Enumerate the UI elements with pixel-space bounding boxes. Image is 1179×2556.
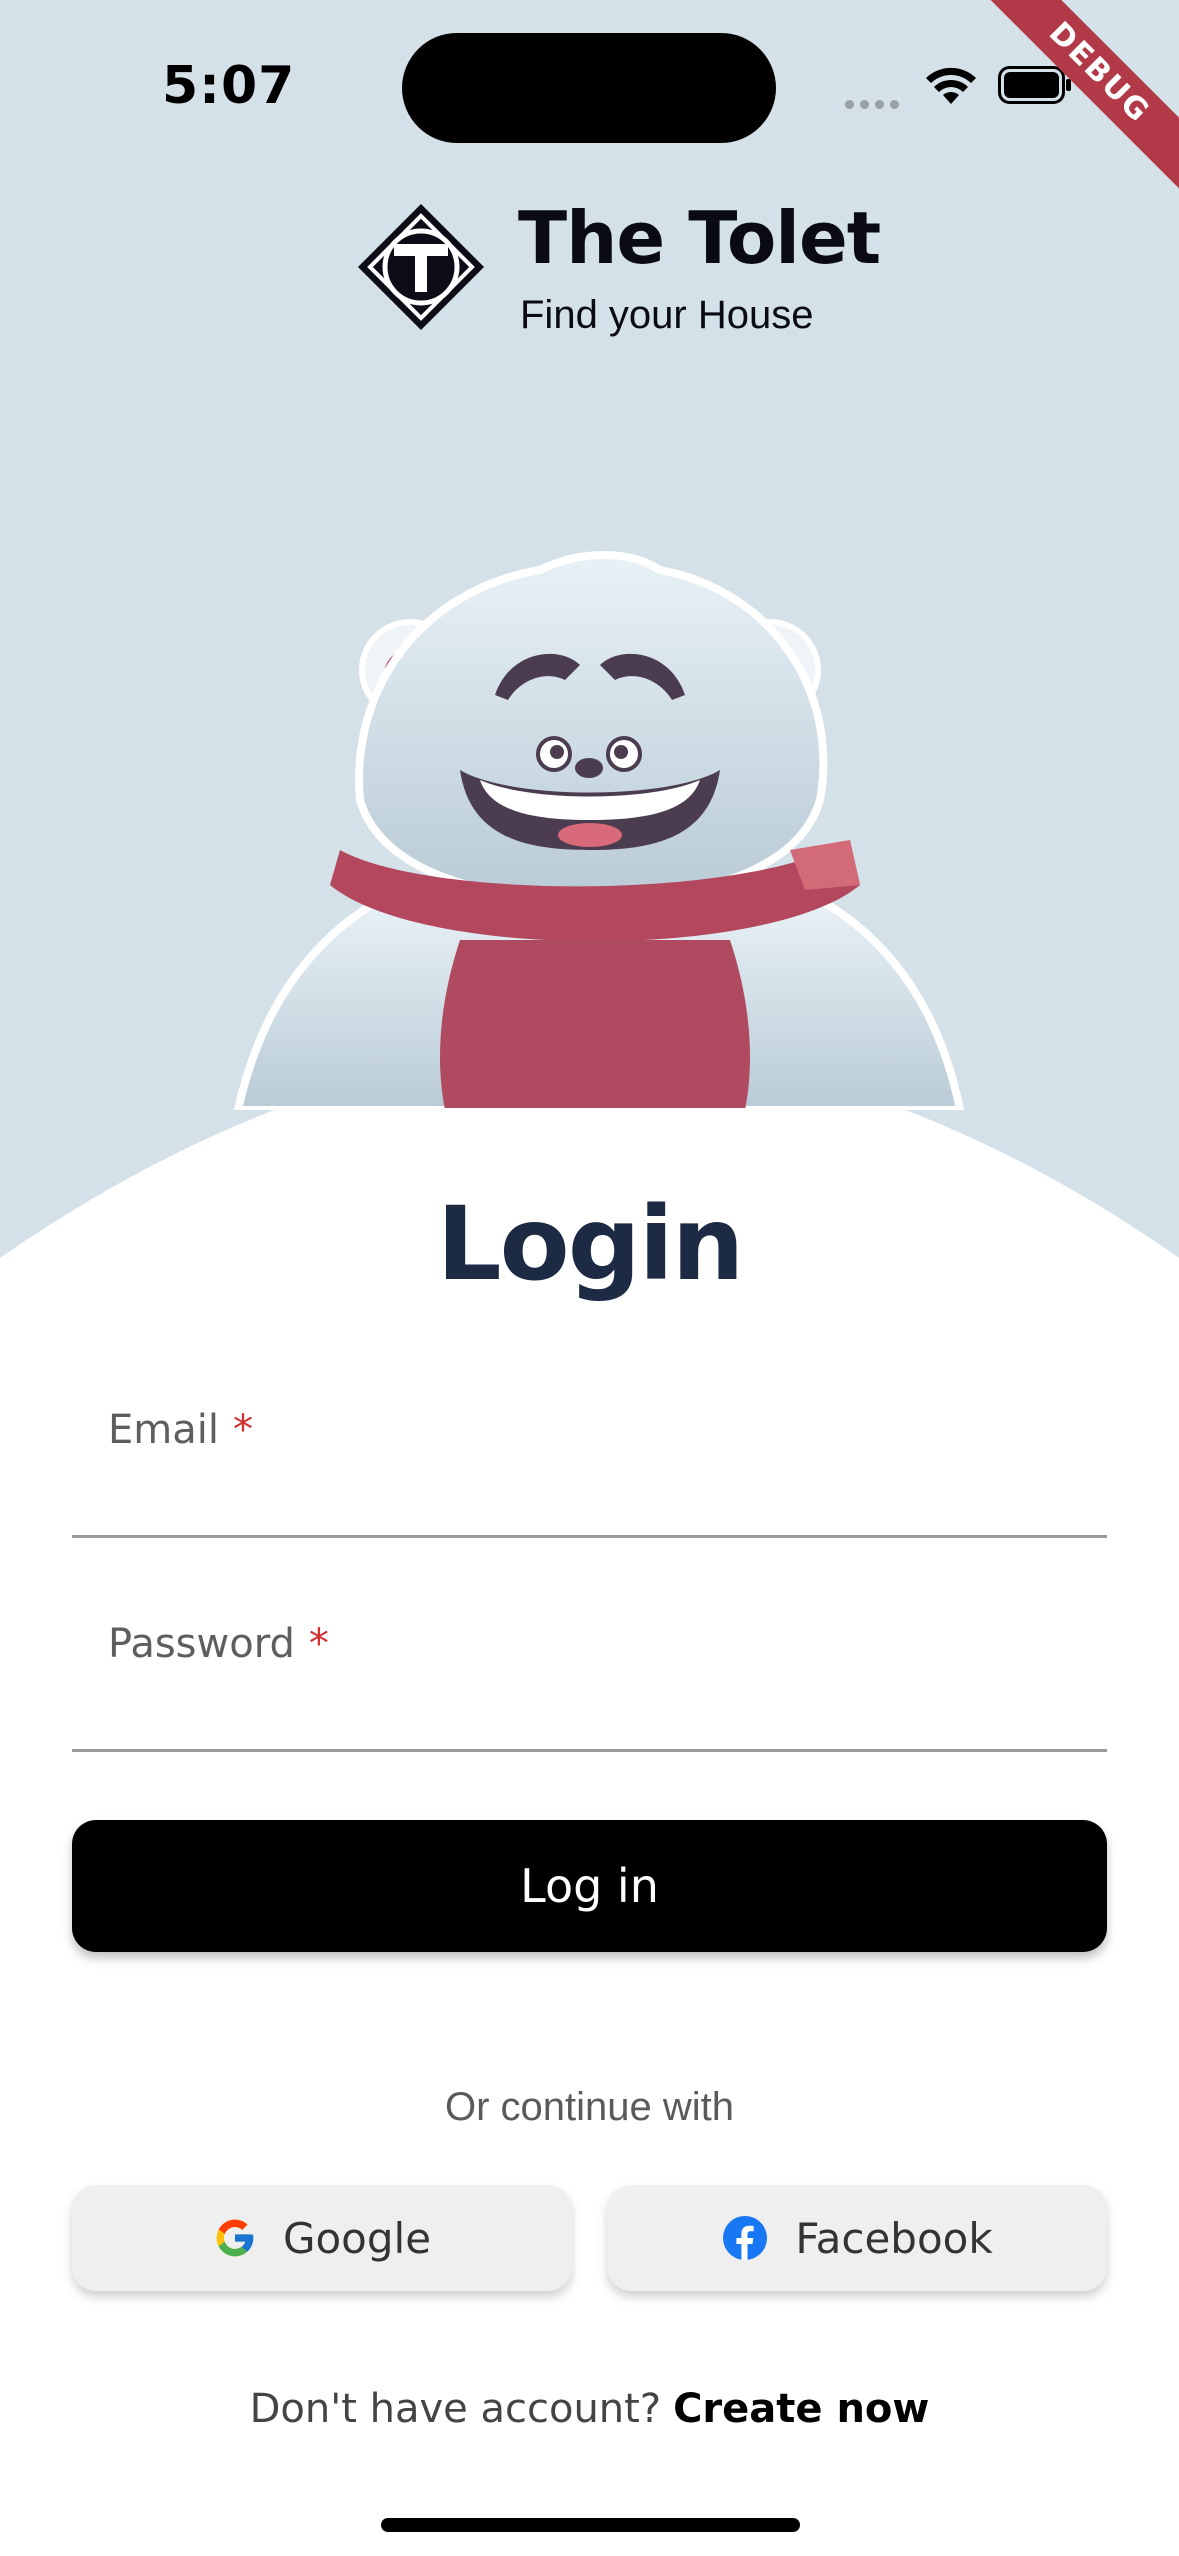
email-field[interactable]: Email *	[72, 1407, 1107, 1538]
home-indicator[interactable]	[381, 2518, 800, 2532]
tolet-logo-icon	[358, 204, 484, 330]
status-time: 5:07	[162, 56, 296, 116]
login-title: Login	[436, 1185, 745, 1304]
signup-prompt: Don't have account? Create now	[249, 2386, 930, 2432]
debug-banner: DEBUG	[979, 0, 1179, 200]
login-button[interactable]: Log in	[72, 1820, 1107, 1952]
signal-icon	[845, 96, 905, 114]
facebook-icon	[723, 2216, 768, 2260]
wifi-icon	[926, 67, 976, 104]
google-login-button[interactable]: Google	[72, 2185, 572, 2291]
bear-mascot	[233, 551, 965, 1110]
required-mark: *	[308, 1621, 329, 1667]
dynamic-island	[402, 33, 776, 143]
brand-name: The Tolet	[518, 196, 881, 280]
brand-tagline: Find your House	[520, 293, 814, 337]
or-continue-text: Or continue with	[444, 2085, 735, 2129]
password-field[interactable]: Password *	[72, 1621, 1107, 1752]
google-icon	[216, 2219, 254, 2257]
email-label: Email *	[108, 1407, 253, 1453]
create-account-link[interactable]: Create now	[673, 2386, 929, 2432]
facebook-login-button[interactable]: Facebook	[607, 2185, 1107, 2291]
google-label: Google	[282, 2213, 432, 2263]
facebook-label: Facebook	[795, 2213, 993, 2263]
required-mark: *	[232, 1407, 253, 1453]
password-label: Password *	[108, 1621, 329, 1667]
